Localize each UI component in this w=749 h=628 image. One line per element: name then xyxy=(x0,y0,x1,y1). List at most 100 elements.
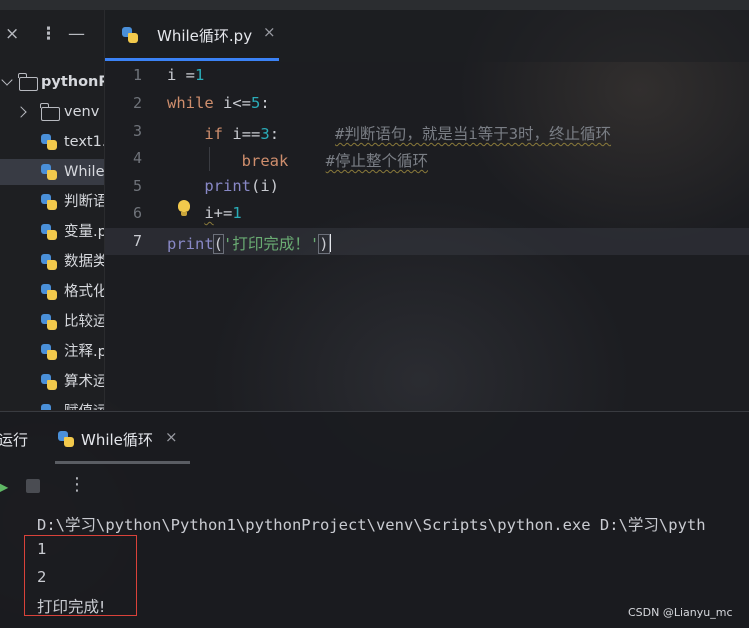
close-icon[interactable]: × xyxy=(263,23,276,41)
python-file-icon xyxy=(41,284,57,300)
line-number: 5 xyxy=(132,177,142,195)
chevron-down-icon[interactable] xyxy=(1,74,13,86)
code-token: 1 xyxy=(195,66,205,84)
code-token: 1 xyxy=(232,204,242,222)
python-file-icon xyxy=(41,194,57,210)
code-token: == xyxy=(241,125,261,143)
close-icon[interactable]: × xyxy=(5,24,19,44)
chevron-right-icon[interactable] xyxy=(15,106,27,118)
active-tab-indicator xyxy=(55,461,190,464)
code-line-1[interactable]: i =1 xyxy=(167,66,204,84)
active-tab-indicator xyxy=(105,58,279,61)
code-line-3[interactable]: if i==3: #判断语句，就是当i等于3时，终止循环 xyxy=(167,122,611,144)
line-number: 6 xyxy=(132,204,142,222)
tree-item-label: 格式化 xyxy=(64,284,105,300)
tree-item-file-selected[interactable]: While xyxy=(0,159,104,185)
project-panel-header: × ⋮ — xyxy=(0,24,104,48)
code-line-5[interactable]: print(i) xyxy=(167,177,279,195)
tree-item-file[interactable]: text1. xyxy=(0,129,104,155)
line-number: 7 xyxy=(132,232,142,250)
code-token: i<= xyxy=(213,94,251,112)
code-token: ( xyxy=(212,234,225,254)
code-string: '打印完成！' xyxy=(223,235,320,253)
tree-item-file[interactable]: 赋值运 xyxy=(0,399,104,410)
more-options-icon[interactable]: ⋮ xyxy=(40,24,57,44)
code-token: i xyxy=(204,204,214,222)
output-line: D:\学习\python\Python1\pythonProject\venv\… xyxy=(37,516,706,534)
watermark: CSDN @Lianyu_mc xyxy=(628,606,733,619)
code-comment: #判断语句，就是当i等于3时，终止循环 xyxy=(335,125,612,143)
folder-icon xyxy=(18,73,38,91)
tree-item-label: text1. xyxy=(64,134,105,150)
python-file-icon xyxy=(41,164,57,180)
python-file-icon xyxy=(41,254,57,270)
tree-item-label: 算术运 xyxy=(64,374,105,390)
code-token: 3 xyxy=(260,125,270,143)
tree-item-file[interactable]: 变量.p xyxy=(0,219,104,245)
tab-while-loop[interactable]: While循环.py × xyxy=(115,10,280,60)
code-token: (i) xyxy=(251,177,279,195)
line-number: 1 xyxy=(132,66,142,84)
tree-item-label: 比较运 xyxy=(64,314,105,330)
python-file-icon xyxy=(41,134,57,150)
python-file-icon xyxy=(41,344,57,360)
tree-item-file[interactable]: 格式化 xyxy=(0,279,104,305)
run-tab-label: While循环 xyxy=(81,431,153,449)
code-token: if xyxy=(204,125,223,143)
run-panel-header: 运行 While循环 × xyxy=(0,412,749,464)
code-token: print xyxy=(167,235,214,253)
python-file-icon xyxy=(122,27,138,43)
code-token: : xyxy=(260,94,270,112)
tree-root-pythonproject[interactable]: pythonP xyxy=(0,69,104,95)
editor-tab-bar: While循环.py × xyxy=(105,10,749,62)
line-number: 4 xyxy=(132,149,142,167)
code-token: i = xyxy=(167,66,195,84)
more-options-icon[interactable]: ⋮ xyxy=(68,474,86,495)
tree-item-label: 赋值运 xyxy=(64,399,104,410)
tree-item-file[interactable]: 比较运 xyxy=(0,309,104,335)
minimize-icon[interactable]: — xyxy=(68,24,85,44)
tree-item-file[interactable]: 判断语 xyxy=(0,189,104,215)
code-token: ) xyxy=(318,234,330,254)
tree-item-label: 注释.p xyxy=(64,344,105,360)
code-line-4[interactable]: break #停止整个循环 xyxy=(167,149,428,171)
code-token: while xyxy=(167,94,214,112)
line-number: 2 xyxy=(132,94,142,112)
tree-root-label: pythonP xyxy=(41,74,105,90)
run-tab-while-loop[interactable]: While循环 × xyxy=(55,412,190,462)
code-token: break xyxy=(241,152,289,170)
code-token: i xyxy=(232,125,242,143)
highlight-box xyxy=(24,535,137,616)
tree-item-venv[interactable]: venv xyxy=(0,99,104,125)
tree-item-file[interactable]: 注释.p xyxy=(0,339,104,365)
python-file-icon xyxy=(41,404,57,410)
window-top-strip xyxy=(0,0,749,10)
code-token: 5 xyxy=(251,94,261,112)
python-file-icon xyxy=(41,224,57,240)
line-number: 3 xyxy=(132,122,142,140)
rerun-icon[interactable]: ▶ xyxy=(0,477,8,496)
code-comment: #停止整个循环 xyxy=(325,152,428,170)
code-line-7[interactable]: print('打印完成！') xyxy=(167,232,331,254)
tree-item-label: 判断语 xyxy=(64,194,105,210)
tree-item-label: venv xyxy=(64,104,100,120)
code-line-2[interactable]: while i<=5: xyxy=(167,94,270,112)
tree-item-label: 数据类 xyxy=(64,254,105,270)
project-panel: × ⋮ — pythonP venv text1. While 判断语 变量.p… xyxy=(0,10,105,410)
code-token: += xyxy=(213,204,233,222)
close-icon[interactable]: × xyxy=(165,428,178,446)
tree-item-file[interactable]: 算术运 xyxy=(0,369,104,395)
lightbulb-icon[interactable] xyxy=(178,200,190,216)
tree-item-label: 变量.p xyxy=(64,224,105,240)
tree-item-file[interactable]: 数据类 xyxy=(0,249,104,275)
run-panel-title: 运行 xyxy=(0,431,29,449)
stop-icon[interactable] xyxy=(26,479,40,493)
code-token: print xyxy=(204,177,251,195)
folder-icon xyxy=(40,103,60,121)
tab-label: While循环.py xyxy=(157,27,253,45)
